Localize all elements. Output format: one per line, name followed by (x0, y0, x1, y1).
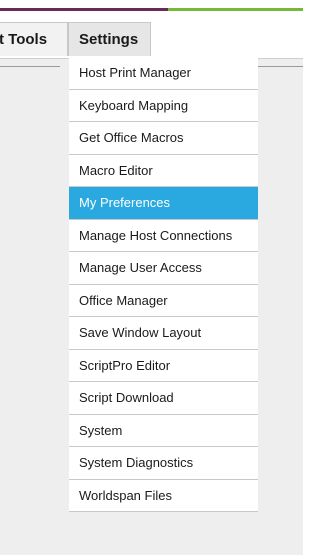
menu-item-my-preferences[interactable]: My Preferences (69, 187, 258, 220)
menu-settings[interactable]: Settings (68, 22, 151, 56)
menu-item-save-window-layout[interactable]: Save Window Layout (69, 317, 258, 350)
menu-bar: t Tools Settings (0, 22, 303, 58)
divider-line (0, 66, 60, 67)
menu-item-script-download[interactable]: Script Download (69, 382, 258, 415)
menu-item-host-print-manager[interactable]: Host Print Manager (69, 57, 258, 90)
top-accent-bar (0, 0, 303, 12)
menu-item-manage-user-access[interactable]: Manage User Access (69, 252, 258, 285)
menu-item-macro-editor[interactable]: Macro Editor (69, 155, 258, 187)
settings-dropdown-menu: Host Print Manager Keyboard Mapping Get … (69, 57, 258, 512)
accent-bar-green (168, 8, 303, 11)
menu-tools[interactable]: t Tools (0, 22, 68, 56)
menu-item-worldspan-files[interactable]: Worldspan Files (69, 480, 258, 512)
menu-item-keyboard-mapping[interactable]: Keyboard Mapping (69, 90, 258, 122)
divider-line (256, 66, 303, 67)
menu-item-scriptpro-editor[interactable]: ScriptPro Editor (69, 350, 258, 382)
menu-item-manage-host-connections[interactable]: Manage Host Connections (69, 220, 258, 252)
menu-item-system-diagnostics[interactable]: System Diagnostics (69, 447, 258, 480)
menu-item-system[interactable]: System (69, 415, 258, 447)
accent-bar-purple (0, 8, 168, 11)
menu-item-office-manager[interactable]: Office Manager (69, 285, 258, 317)
menu-item-get-office-macros[interactable]: Get Office Macros (69, 122, 258, 155)
